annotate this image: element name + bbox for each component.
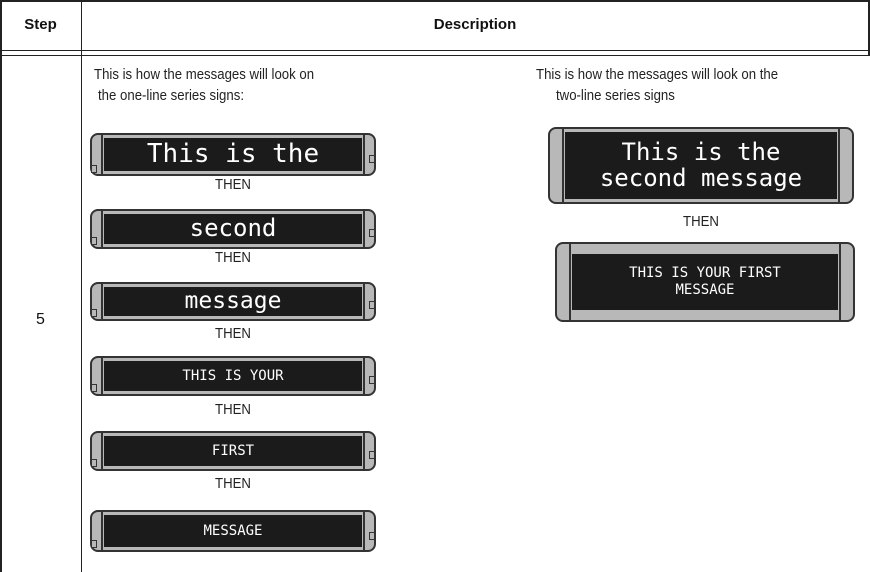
table-left-border [0, 0, 2, 572]
then-label: THEN [683, 213, 719, 230]
sign-text-line2: MESSAGE [675, 282, 735, 298]
then-label: THEN [215, 475, 251, 492]
sign-text-line2: second message [599, 163, 803, 192]
sign-text: FIRST [211, 442, 255, 459]
right-intro-line2: two-line series signs [556, 87, 675, 104]
left-intro-line2: the one-line series signs: [98, 87, 245, 104]
two-line-sign-2: THIS IS YOUR FIRST MESSAGE [555, 242, 855, 322]
one-line-sign-2: second [90, 209, 376, 249]
left-intro-line1: This is how the messages will look on [94, 66, 315, 83]
header-double-rule-lower [0, 55, 870, 56]
column-divider [81, 0, 82, 572]
sign-text-line1: THIS IS YOUR FIRST [629, 264, 781, 281]
header-double-rule-upper [0, 50, 870, 51]
one-line-sign-1: This is the [90, 133, 376, 176]
two-line-sign-1: This is the second message [548, 127, 854, 204]
then-label: THEN [215, 176, 251, 193]
step-number: 5 [36, 311, 45, 328]
one-line-sign-6: MESSAGE [90, 510, 376, 552]
one-line-sign-4: THIS IS YOUR [90, 356, 376, 396]
sign-text: message [184, 288, 282, 315]
one-line-sign-3: message [90, 282, 376, 321]
one-line-sign-5: FIRST [90, 431, 376, 471]
sign-text: THIS IS YOUR [182, 367, 284, 384]
table-top-border [0, 0, 870, 2]
then-label: THEN [215, 249, 251, 266]
then-label: THEN [215, 401, 251, 418]
sign-text: MESSAGE [203, 522, 263, 539]
header-step: Step [24, 16, 57, 33]
sign-text-line1: This is the [621, 138, 781, 167]
sign-text: This is the [146, 138, 320, 169]
sign-text: second [189, 214, 277, 243]
right-intro-line1: This is how the messages will look on th… [536, 66, 779, 83]
header-description: Description [433, 16, 517, 33]
then-label: THEN [215, 325, 251, 342]
